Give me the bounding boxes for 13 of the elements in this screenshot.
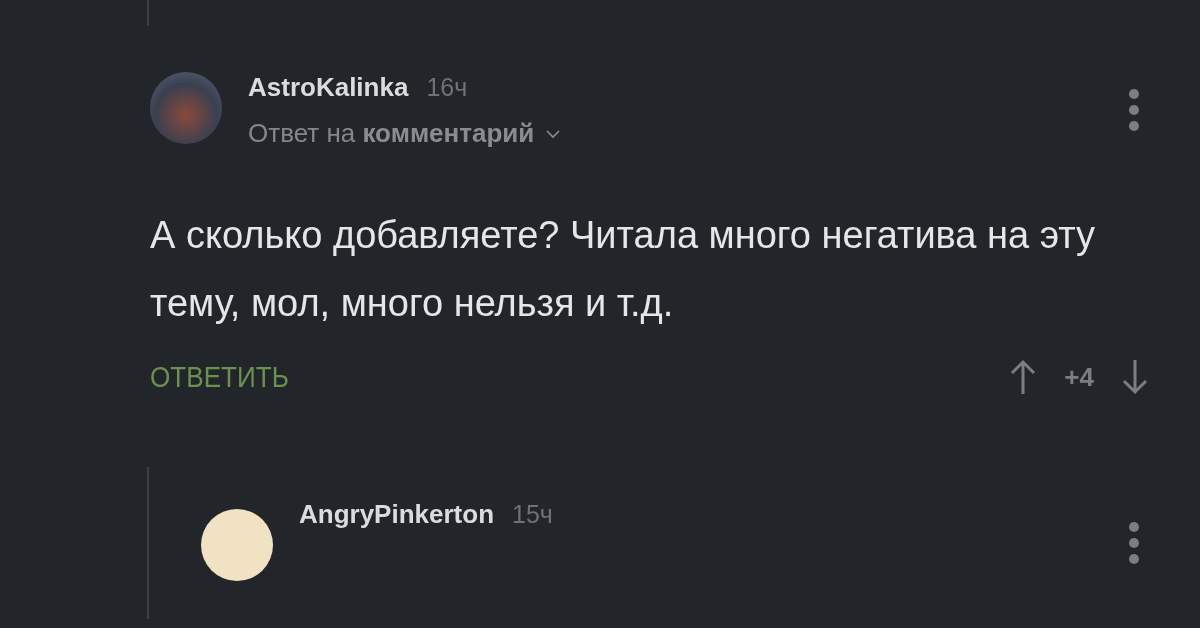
chevron-down-icon[interactable]	[546, 130, 561, 139]
more-options-icon[interactable]	[1128, 521, 1140, 565]
comment-text: А сколько добавляете? Читала много негатива на эту тему, мол, много нельзя и т.д.	[150, 213, 1097, 326]
upvote-arrow-icon[interactable]	[1010, 359, 1037, 395]
comment-time: 15ч	[512, 500, 553, 529]
rating-count: +4	[1064, 361, 1094, 393]
reply-to-link[interactable]: Ответ на комментарий	[248, 118, 535, 149]
more-options-icon[interactable]	[1128, 88, 1140, 132]
username[interactable]: AstroKalinka	[248, 72, 409, 103]
downvote-arrow-icon[interactable]	[1122, 359, 1148, 395]
username[interactable]: AngryPinkerton	[299, 499, 495, 530]
reply-button[interactable]: ОТВЕТИТЬ	[150, 360, 289, 394]
comment-time: 16ч	[426, 73, 468, 102]
